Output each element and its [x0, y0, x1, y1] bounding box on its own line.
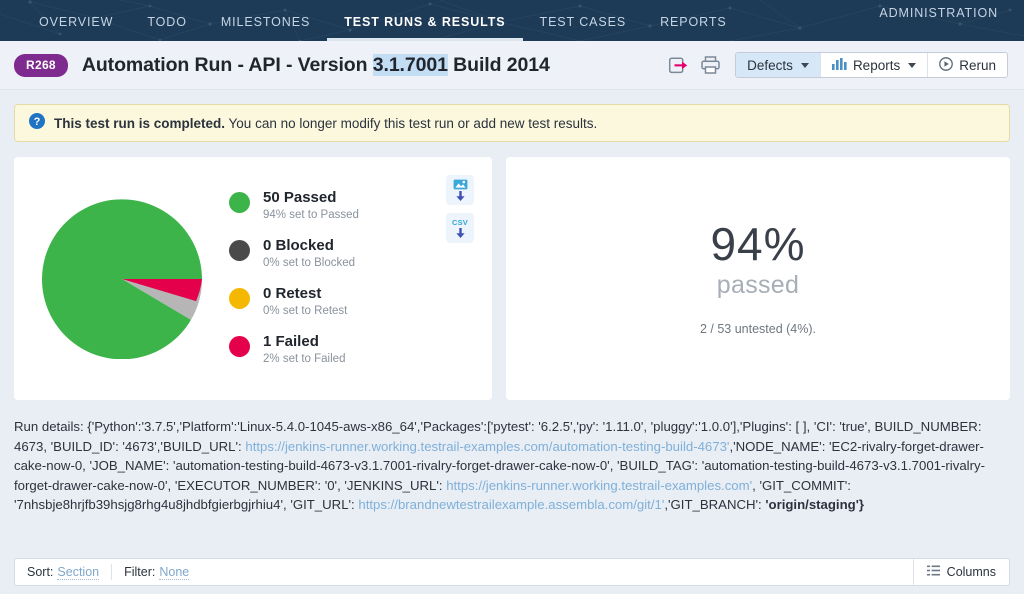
filter-value-link[interactable]: None [159, 565, 190, 580]
page-title-suffix: Build 2014 [447, 53, 550, 76]
legend-dot-passed [229, 191, 250, 213]
reports-button[interactable]: Reports [820, 53, 929, 77]
nav-item-test-cases[interactable]: TEST CASES [523, 15, 644, 41]
run-id-badge: R268 [14, 53, 68, 77]
run-details-text: Run details: {'Python':'3.7.5','Platform… [14, 417, 1010, 515]
filter-label: Filter: [124, 565, 156, 579]
run-details-mid3: ,'GIT_BRANCH': [664, 497, 766, 513]
print-icon[interactable] [699, 54, 721, 76]
download-csv-label: CSV [451, 217, 469, 227]
status-banner-detail: You can no longer modify this test run o… [225, 115, 598, 131]
legend-sub-failed: 2% set to Failed [263, 353, 346, 366]
bar-chart-icon [831, 57, 847, 73]
svg-text:?: ? [34, 116, 41, 128]
pie-chart [14, 198, 229, 359]
pass-rate-word: passed [716, 271, 800, 299]
legend-item-retest: 0 Retest 0% set to Retest [229, 285, 359, 321]
legend-item-blocked: 0 Blocked 0% set to Blocked [229, 237, 359, 273]
legend-dot-retest [229, 287, 250, 309]
nav-item-todo[interactable]: TODO [130, 15, 203, 41]
legend-sub-blocked: 0% set to Blocked [263, 257, 356, 270]
legend-item-failed: 1 Failed 2% set to Failed [229, 333, 359, 369]
columns-icon [926, 565, 940, 579]
jenkins-url-link[interactable]: https://jenkins-runner.working.testrail-… [446, 478, 752, 493]
git-branch-value: 'origin/staging'} [765, 497, 864, 513]
legend-label-passed: 50 Passed [263, 188, 337, 206]
nav-item-test-runs-and-results[interactable]: TEST RUNS & RESULTS [327, 15, 523, 41]
legend-item-passed: 50 Passed 94% set to Passed [229, 189, 359, 225]
rerun-button[interactable]: Rerun [928, 53, 1007, 77]
columns-button-label: Columns [946, 565, 996, 579]
play-circle-icon [939, 56, 954, 74]
pass-rate-panel: 94% passed 2 / 53 untested (4%). [506, 157, 1010, 400]
run-header-actions: Defects Reports Rerun [667, 52, 1008, 78]
download-csv-button[interactable]: CSV [446, 213, 474, 243]
status-banner-text: This test run is completed. You can no l… [54, 116, 597, 131]
download-image-button[interactable] [446, 175, 474, 205]
build-url-link[interactable]: https://jenkins-runner.working.testrail-… [245, 439, 729, 454]
nav-item-overview[interactable]: OVERVIEW [22, 15, 130, 41]
top-navigation: OVERVIEW TODO MILESTONES TEST RUNS & RES… [0, 0, 1024, 41]
chevron-down-icon [908, 62, 917, 68]
pass-rate-percent: 94% [710, 218, 806, 270]
nav-item-milestones[interactable]: MILESTONES [204, 15, 327, 41]
legend-label-failed: 1 Failed [263, 332, 319, 350]
pie-chart-svg [41, 198, 202, 359]
chart-panel: 50 Passed 94% set to Passed 0 Blocked 0%… [14, 157, 492, 400]
rerun-button-label: Rerun [959, 57, 996, 73]
run-header: R268 Automation Run - API - Version 3.1.… [0, 41, 1024, 90]
status-banner-bold: This test run is completed. [54, 115, 226, 131]
chevron-down-icon [800, 62, 809, 68]
export-icon[interactable] [667, 54, 689, 76]
nav-item-administration[interactable]: ADMINISTRATION [862, 6, 998, 32]
legend-label-blocked: 0 Blocked [263, 236, 334, 254]
legend-dot-blocked [229, 239, 250, 261]
chart-download-buttons: CSV [446, 175, 474, 243]
nav-item-list: OVERVIEW TODO MILESTONES TEST RUNS & RES… [0, 0, 862, 41]
header-button-group: Defects Reports Rerun [735, 52, 1008, 78]
nav-right-group: ADMINISTRATION [862, 6, 1024, 41]
sort-filter-bar: Sort: Section Filter: None Columns [14, 558, 1010, 586]
page-title: Automation Run - API - Version 3.1.7001 … [81, 53, 550, 77]
defects-button-label: Defects [747, 57, 793, 73]
git-url-link[interactable]: https://brandnewtestrailexample.assembla… [358, 497, 664, 512]
legend-sub-passed: 94% set to Passed [263, 209, 359, 222]
reports-button-label: Reports [852, 57, 901, 73]
sortbar-divider [111, 564, 113, 580]
defects-button[interactable]: Defects [736, 53, 821, 77]
status-banner: ? This test run is completed. You can no… [14, 104, 1010, 142]
nav-item-reports[interactable]: REPORTS [643, 15, 744, 41]
summary-panels: 50 Passed 94% set to Passed 0 Blocked 0%… [14, 157, 1010, 400]
sort-label: Sort: [27, 565, 54, 579]
legend-dot-failed [229, 335, 250, 357]
untested-summary: 2 / 53 untested (4%). [699, 322, 817, 336]
page-title-prefix: Automation Run - API - Version [81, 53, 373, 76]
legend-label-retest: 0 Retest [263, 284, 322, 302]
columns-button[interactable]: Columns [912, 559, 1009, 585]
page-title-selected-version: 3.1.7001 [372, 53, 448, 76]
sort-value-link[interactable]: Section [57, 565, 100, 580]
chart-legend: 50 Passed 94% set to Passed 0 Blocked 0%… [229, 189, 359, 369]
legend-sub-retest: 0% set to Retest [263, 305, 348, 318]
help-circle-icon: ? [29, 112, 45, 134]
